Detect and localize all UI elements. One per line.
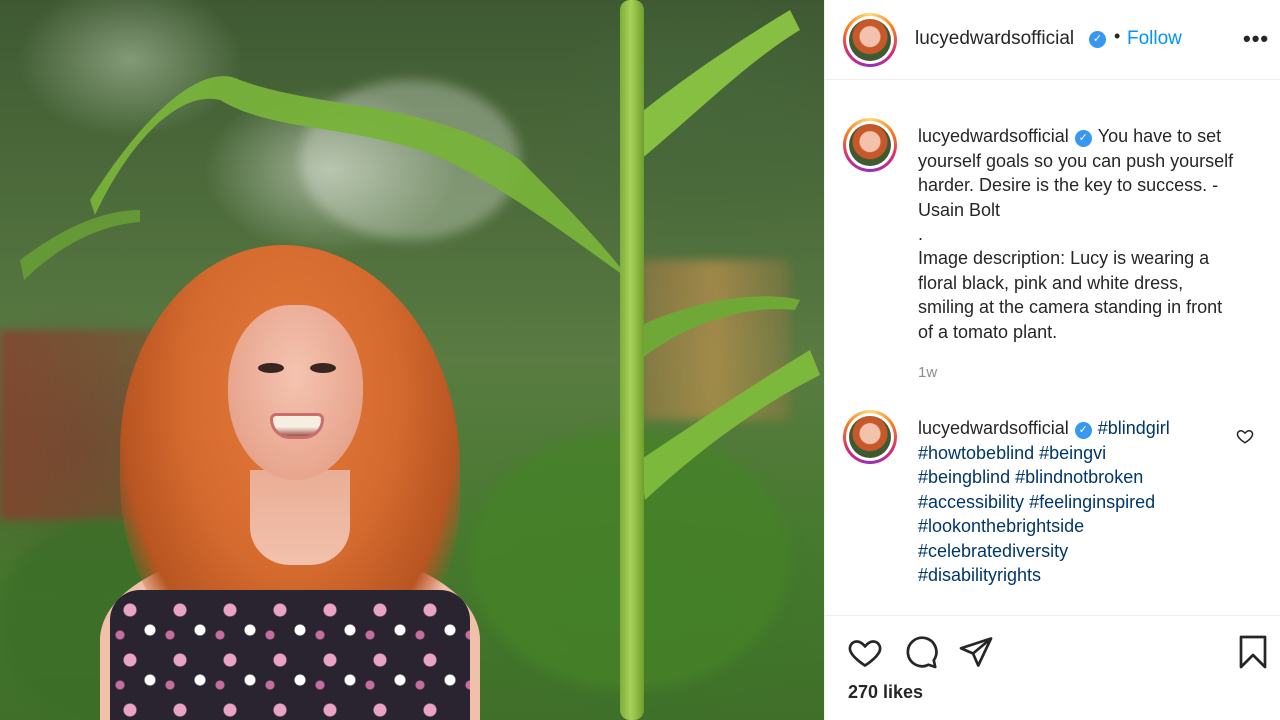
caption-line: yourself goals so you can push yourself [918,150,1234,171]
caption-text: lucyedwardsofficial ✓ You have to set your… [918,124,1258,344]
hashtag-link[interactable]: #feelinginspired [1029,492,1155,512]
caption-line: You have to set [1097,126,1222,146]
share-icon[interactable] [958,634,994,670]
separator-dot: • [1114,26,1121,46]
hashtag-link[interactable]: #beingblind [918,467,1010,487]
caption-line: smiling at the camera standing in front [918,297,1223,317]
heart-icon[interactable] [847,634,883,670]
avatar[interactable] [843,118,897,172]
caption-timestamp[interactable]: 1w [918,364,937,381]
verified-badge-icon: ✓ [1089,31,1106,48]
hashtag-link[interactable]: #howtobeblind [918,443,1034,463]
hashtag-link[interactable]: #disabilityrights [918,565,1041,585]
caption-line: Usain Bolt [918,199,1001,220]
hashtag-link[interactable]: #lookonthebrightside [918,516,1084,536]
verified-badge-icon: ✓ [1074,130,1092,147]
caption-line: floral black, pink and white dress, [918,272,1184,293]
corn-stalk [620,0,644,720]
comment-username[interactable]: lucyedwardsofficial [918,418,1069,438]
more-options-icon[interactable]: ••• [1243,26,1269,52]
photo-person [100,245,480,720]
caption-line: . [918,224,924,244]
verified-badge-icon: ✓ [1074,422,1092,439]
likes-count[interactable]: 270 likes [848,682,923,703]
hashtag-link[interactable]: #beingvi [1039,443,1106,463]
caption-username[interactable]: lucyedwardsofficial [918,126,1069,146]
caption-line: of a tomato plant. [918,321,1058,342]
hashtag-link[interactable]: #blindgirl [1098,418,1170,438]
comments-list[interactable]: lucyedwardsofficial ✓ You have to set your… [825,81,1280,615]
action-bar: 270 likes [825,615,1280,720]
hashtag-link[interactable]: #accessibility [918,492,1024,512]
avatar[interactable] [843,410,897,464]
hashtag-link[interactable]: #blindnotbroken [1015,467,1143,487]
comment-text: lucyedwardsofficial ✓ #blindgirl #howtobeb… [918,416,1258,588]
comment-heart-icon[interactable] [1236,427,1254,445]
header-username[interactable]: lucyedwardsofficial [915,28,1074,50]
post-header: lucyedwardsofficial ✓ • Follow ••• [825,0,1280,80]
hashtag-link[interactable]: #celebratediversity [918,541,1068,561]
comment-icon[interactable] [903,634,939,670]
avatar[interactable] [843,13,897,67]
post-sidebar: lucyedwardsofficial ✓ • Follow ••• lucye… [824,0,1280,720]
bookmark-icon[interactable] [1235,634,1271,670]
post-photo[interactable] [0,0,824,720]
caption-line: harder. Desire is the key to success. - [918,175,1219,195]
follow-button[interactable]: Follow [1127,28,1182,50]
caption-line: Image description: Lucy is wearing a [918,248,1210,268]
